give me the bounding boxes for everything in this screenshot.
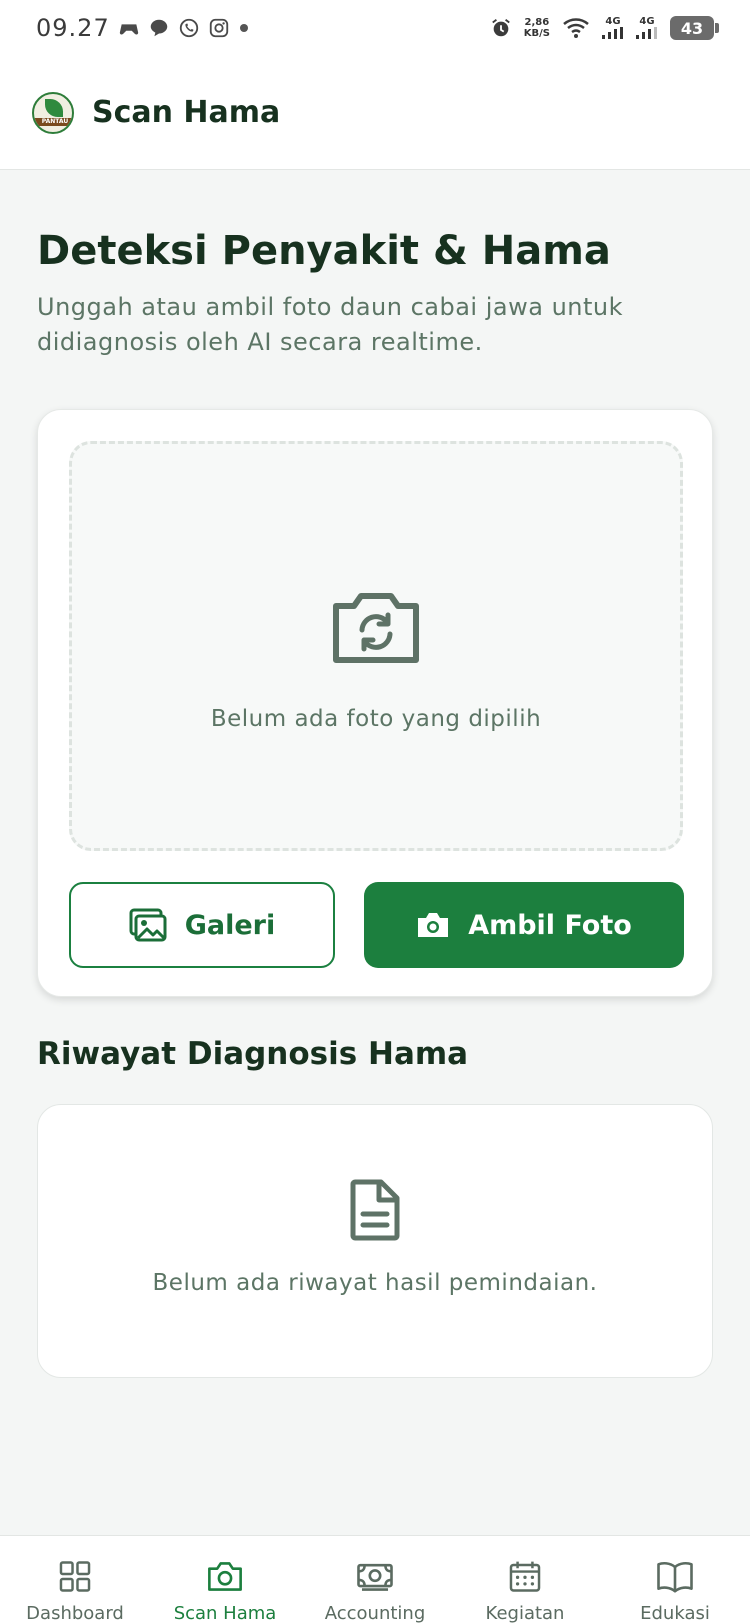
gallery-button[interactable]: Galeri [69, 882, 335, 968]
calendar-icon [509, 1561, 541, 1592]
net-speed-value: 2,86 [524, 17, 550, 28]
money-icon [357, 1563, 393, 1591]
net-speed: 2,86 KB/S [524, 17, 550, 39]
status-time: 09.27 [36, 14, 110, 42]
history-card: Belum ada riwayat hasil pemindaian. [37, 1104, 713, 1378]
game-controller-icon [119, 24, 138, 35]
status-bar: 09.27 2,86 KB/S 4G 4G 43 [0, 0, 750, 56]
upload-card: Belum ada foto yang dipilih Galeri Ambil… [37, 409, 713, 997]
notification-dot [239, 24, 248, 32]
nav-item-scan-hama[interactable]: Scan Hama [150, 1536, 300, 1624]
no-photo-text: Belum ada foto yang dipilih [210, 706, 542, 732]
page-title: Deteksi Penyakit & Hama [37, 228, 611, 274]
book-icon [657, 1561, 693, 1593]
app-logo: PANTAU [32, 91, 74, 134]
nav-label-kegiatan: Kegiatan [485, 1603, 565, 1624]
signal-bars-icon [602, 27, 623, 39]
signal-bars-icon [636, 27, 657, 39]
grid-icon [59, 1561, 91, 1592]
instagram-icon [209, 18, 228, 38]
camera-icon [208, 1562, 242, 1591]
nav-item-accounting[interactable]: Accounting [300, 1536, 450, 1624]
leaf-icon [45, 98, 63, 117]
photo-dropzone[interactable]: Belum ada foto yang dipilih [69, 441, 683, 851]
alarm-icon [491, 19, 510, 37]
history-title: Riwayat Diagnosis Hama [37, 1036, 469, 1072]
nav-item-kegiatan[interactable]: Kegiatan [450, 1536, 600, 1624]
nav-label-edukasi: Edukasi [640, 1603, 710, 1624]
whatsapp-icon [179, 18, 198, 38]
status-left: 09.27 [36, 14, 248, 42]
nav-item-edukasi[interactable]: Edukasi [600, 1536, 750, 1624]
gallery-icon [129, 908, 167, 942]
take-photo-label: Ambil Foto [468, 909, 632, 941]
chat-bubble-icon [150, 19, 167, 37]
signal-2-label: 4G [639, 16, 655, 27]
signal-2: 4G [636, 17, 658, 39]
gallery-label: Galeri [184, 909, 276, 941]
take-photo-button[interactable]: Ambil Foto [364, 882, 684, 968]
bottom-nav: Dashboard Scan Hama Accounting Kegiatan [0, 1535, 750, 1624]
camera-switch-icon [333, 593, 419, 663]
page-subtitle: Unggah atau ambil foto daun cabai jawa u… [37, 293, 624, 356]
net-speed-unit: KB/S [523, 28, 550, 39]
nav-label-dashboard: Dashboard [26, 1603, 124, 1624]
signal-1-label: 4G [605, 16, 621, 27]
nav-label-accounting: Accounting [324, 1603, 426, 1624]
history-empty-text: Belum ada riwayat hasil pemindaian. [152, 1270, 598, 1296]
header-title: Scan Hama [92, 95, 281, 130]
nav-label-scan-hama: Scan Hama [173, 1603, 277, 1624]
logo-text: PANTAU [41, 117, 69, 125]
document-icon [350, 1179, 400, 1241]
battery-indicator: 43 [670, 16, 719, 40]
nav-item-dashboard[interactable]: Dashboard [0, 1536, 150, 1624]
camera-icon [418, 913, 449, 937]
signal-1: 4G [602, 17, 624, 39]
app-header: PANTAU Scan Hama [0, 56, 750, 170]
wifi-icon [563, 18, 589, 38]
status-right: 2,86 KB/S 4G 4G 43 [490, 16, 719, 40]
